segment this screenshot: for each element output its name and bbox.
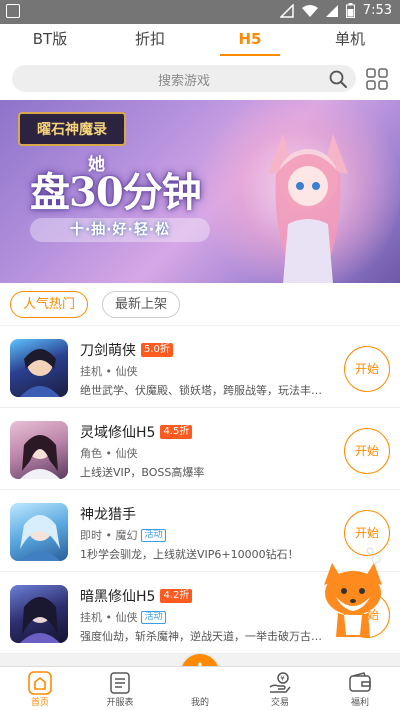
game-thumbnail[interactable] (10, 421, 68, 479)
activity-badge: 活动 (141, 610, 166, 624)
search-row: 搜索游戏 (0, 56, 400, 100)
game-description: 1秒学会驯龙，上线就送VIP6+10000钻石！ (80, 548, 299, 561)
bottom-navigation: 首页 开服表 我的 ¥ 交易 福利 (0, 666, 400, 710)
clock: 7:53 (362, 3, 392, 18)
grid-menu-icon[interactable] (366, 68, 388, 90)
list-icon (110, 672, 130, 694)
list-item[interactable]: 刀剑萌侠 5.0折 挂机 • 仙侠 绝世武学、伏魔殿、锁妖塔，跨服战等，玩法丰富… (0, 326, 400, 408)
nav-welfare[interactable]: 福利 (320, 667, 400, 710)
discount-badge: 5.0折 (141, 343, 173, 357)
tab-h5[interactable]: H5 (200, 24, 300, 56)
discount-badge: 4.2折 (160, 589, 193, 603)
game-name: 灵域修仙H5 (80, 425, 156, 441)
start-button[interactable]: 开始 (344, 428, 390, 474)
nav-welfare-label: 福利 (350, 698, 369, 708)
nav-mine-label: 我的 (190, 698, 209, 708)
banner-headline: 盘30分钟 (30, 169, 202, 216)
wallet-icon (349, 672, 371, 692)
filter-popular[interactable]: 人气热门 (10, 291, 89, 318)
wifi-icon (301, 4, 318, 17)
svg-text:¥: ¥ (280, 675, 285, 683)
signal-off-icon (279, 3, 294, 18)
nav-home[interactable]: 首页 (0, 667, 80, 710)
tab-discount[interactable]: 折扣 (100, 24, 200, 56)
nav-mine[interactable]: 我的 (160, 667, 240, 710)
tab-bt[interactable]: BT版 (0, 24, 100, 56)
search-icon[interactable] (328, 69, 348, 89)
nav-trade[interactable]: ¥ 交易 (240, 667, 320, 710)
banner-character-illustration (268, 134, 348, 283)
tab-standalone[interactable]: 单机 (300, 24, 400, 56)
game-thumbnail[interactable] (10, 339, 68, 397)
game-logo: 曜石神魔录 (18, 112, 126, 146)
home-icon (28, 671, 52, 695)
filter-newest[interactable]: 最新上架 (102, 291, 181, 318)
discount-badge: 4.5折 (160, 425, 193, 439)
game-genre: 即时 • 魔幻 (80, 529, 138, 542)
activity-badge: 活动 (141, 528, 166, 542)
game-genre: 角色 • 仙侠 (80, 447, 138, 460)
banner-tagline: 十·抽·好·轻·松 (30, 218, 210, 242)
battery-icon (345, 3, 355, 18)
start-button[interactable]: 开始 (344, 346, 390, 392)
category-tabs: BT版 折扣 H5 单机 (0, 24, 400, 56)
game-thumbnail[interactable] (10, 503, 68, 561)
gallery-notification-icon (6, 4, 20, 18)
nav-home-label: 首页 (30, 698, 49, 708)
promo-banner[interactable]: 曜石神魔录 她 盘30分钟 十·抽·好·轻·松 (0, 100, 400, 283)
nav-server-list[interactable]: 开服表 (80, 667, 160, 710)
fox-mascot-icon[interactable] (318, 545, 388, 645)
filter-chips: 人气热门 最新上架 (0, 283, 400, 325)
game-thumbnail[interactable] (10, 585, 68, 643)
game-name: 神龙猎手 (80, 507, 136, 523)
list-item[interactable]: 灵域修仙H5 4.5折 角色 • 仙侠 上线送VIP，BOSS高爆率 开始 (0, 408, 400, 490)
search-placeholder: 搜索游戏 (157, 74, 210, 89)
game-name: 刀剑萌侠 (80, 343, 136, 359)
status-bar: 7:53 (0, 0, 400, 24)
nav-server-list-label: 开服表 (106, 698, 134, 708)
game-name: 暗黑修仙H5 (80, 589, 156, 605)
game-description: 上线送VIP，BOSS高爆率 (80, 466, 205, 479)
cellular-icon (325, 4, 338, 17)
game-genre: 挂机 • 仙侠 (80, 365, 138, 378)
game-description: 强度仙劫，斩杀魔神，逆战天道，一举击破万古梯锁 (80, 630, 330, 643)
trade-icon: ¥ (269, 672, 291, 693)
game-description: 绝世武学、伏魔殿、锁妖塔，跨服战等，玩法丰富拼 (80, 384, 330, 397)
search-input[interactable]: 搜索游戏 (12, 65, 356, 92)
nav-trade-label: 交易 (270, 698, 289, 708)
game-genre: 挂机 • 仙侠 (80, 611, 138, 624)
